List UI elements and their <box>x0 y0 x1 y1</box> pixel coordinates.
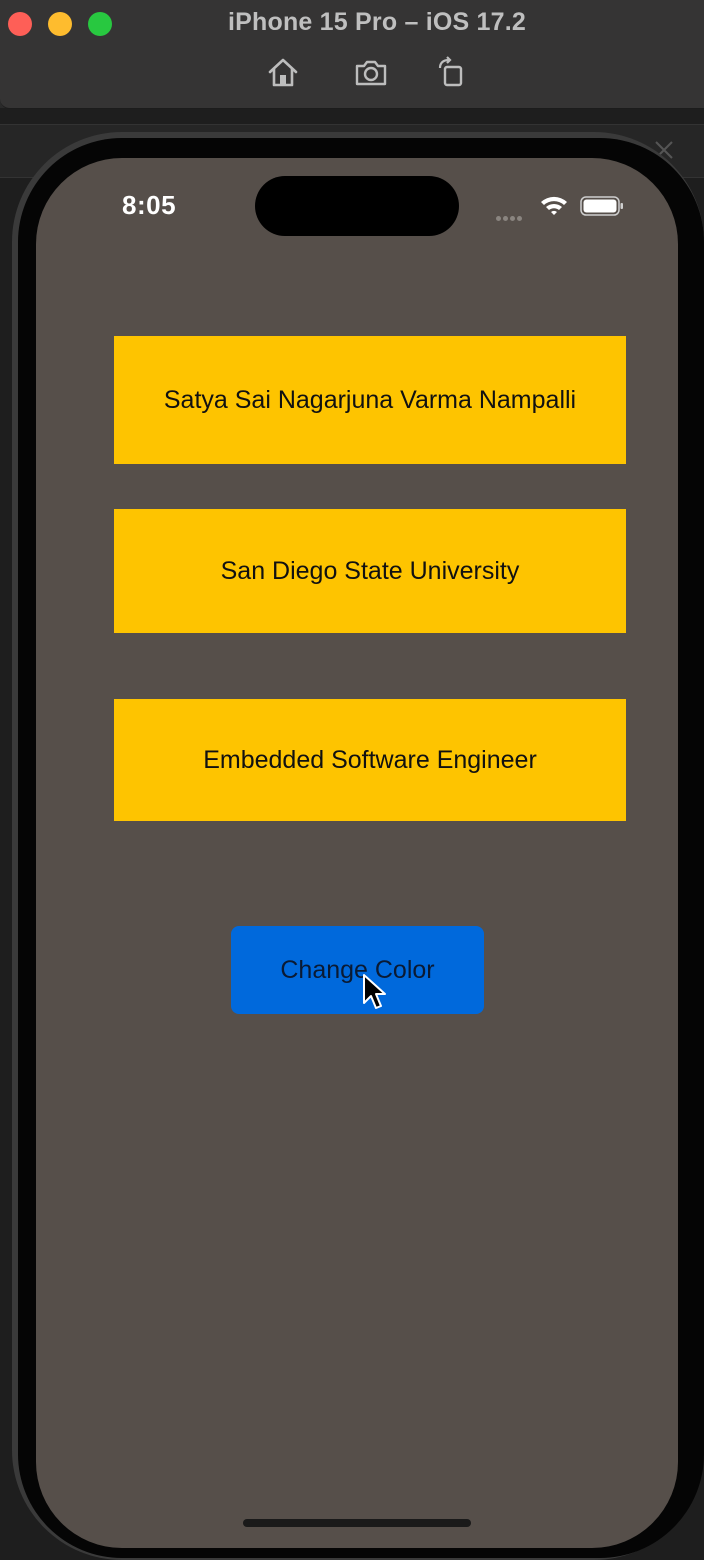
phone-screen: 8:05 Satya Sai Nagarjuna Varma Nampalli … <box>36 158 678 1548</box>
name-label: Satya Sai Nagarjuna Varma Nampalli <box>114 336 626 464</box>
battery-icon <box>580 196 624 216</box>
job-title-label: Embedded Software Engineer <box>114 699 626 821</box>
rotate-icon[interactable] <box>436 56 470 90</box>
university-label: San Diego State University <box>114 509 626 633</box>
simulator-window: iPhone 15 Pro – iOS 17.2 8:05 Satya Sai … <box>0 0 704 1560</box>
mouse-pointer-icon <box>362 973 388 1011</box>
window-title: iPhone 15 Pro – iOS 17.2 <box>228 8 526 36</box>
title-bar: iPhone 15 Pro – iOS 17.2 <box>0 0 704 109</box>
window-close-button[interactable] <box>8 12 32 36</box>
dynamic-island <box>255 176 459 236</box>
window-minimize-button[interactable] <box>48 12 72 36</box>
status-time: 8:05 <box>122 190 177 220</box>
change-color-button[interactable]: Change Color <box>231 926 484 1014</box>
window-zoom-button[interactable] <box>88 12 112 36</box>
cellular-signal-icon <box>496 208 530 221</box>
camera-icon[interactable] <box>354 56 388 90</box>
home-icon[interactable] <box>266 56 300 90</box>
wifi-icon <box>540 194 568 216</box>
home-indicator[interactable] <box>243 1519 471 1527</box>
